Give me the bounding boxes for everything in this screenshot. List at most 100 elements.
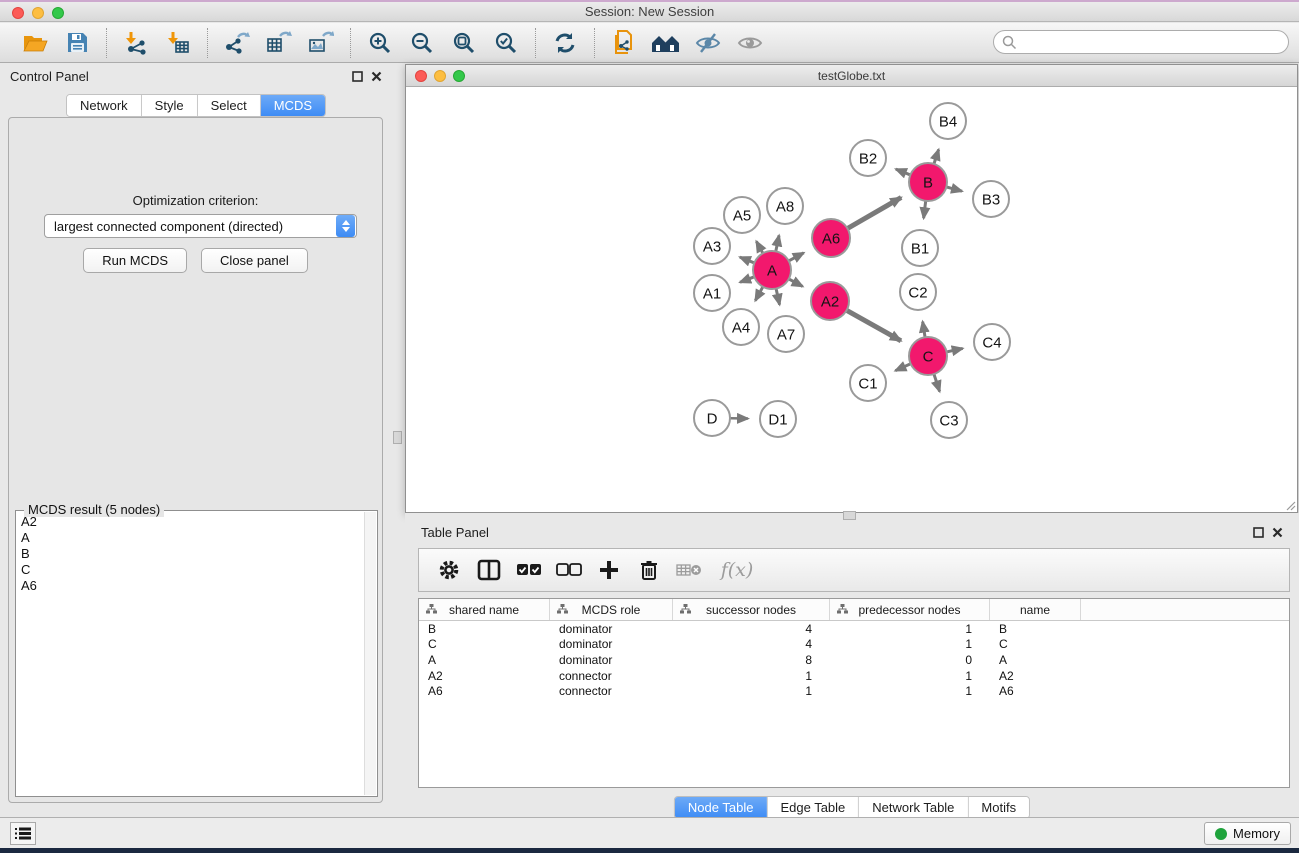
open-file-icon[interactable] [18,27,52,59]
column-header-name[interactable]: name [990,599,1081,620]
graph-node-B2[interactable]: B2 [850,140,886,176]
edge-A2-C[interactable] [847,310,901,341]
search-input[interactable] [1022,32,1288,52]
refresh-layout-icon[interactable] [548,27,582,59]
column-header-successor-nodes[interactable]: successor nodes [673,599,830,620]
result-item[interactable]: A [17,530,365,546]
tab-network[interactable]: Network [67,95,142,116]
graph-node-B4[interactable]: B4 [930,103,966,139]
close-panel-icon[interactable] [371,71,382,82]
run-mcds-button[interactable]: Run MCDS [83,248,187,273]
edge-A-A4[interactable] [755,287,763,301]
graph-node-A2[interactable]: A2 [811,282,849,320]
table-cell[interactable]: dominator [550,637,673,651]
graph-node-A8[interactable]: A8 [767,188,803,224]
table-cell[interactable]: 1 [673,669,830,683]
graph-node-C1[interactable]: C1 [850,365,886,401]
network-canvas[interactable]: B4B2BB3A8A5A6A3B1AA1C2A2A4A7C4CC1C3DD1 [407,88,1296,512]
table-row[interactable]: Cdominator41C [419,637,1289,653]
graph-node-A5[interactable]: A5 [724,197,760,233]
table-cell[interactable]: B [990,622,1081,636]
close-panel-icon[interactable] [1272,527,1283,538]
table-row[interactable]: A2connector11A2 [419,668,1289,684]
table-cell[interactable]: dominator [550,622,673,636]
task-history-button[interactable] [10,822,36,845]
edge-B-B3[interactable] [946,187,962,191]
zoom-fit-icon[interactable] [447,27,481,59]
import-table-icon[interactable] [161,27,195,59]
graph-node-A6[interactable]: A6 [812,219,850,257]
panel-divider-vertical[interactable] [392,63,405,817]
select-all-checks-icon[interactable] [511,553,547,587]
table-cell[interactable]: connector [550,669,673,683]
navigator-home-icon[interactable] [649,27,683,59]
export-network-icon[interactable] [220,27,254,59]
table-cell[interactable]: 4 [673,637,830,651]
result-item[interactable]: A2 [17,514,365,530]
graph-node-A[interactable]: A [753,251,791,289]
table-row[interactable]: Bdominator41B [419,621,1289,637]
show-eye-icon[interactable] [733,27,767,59]
graph-node-C4[interactable]: C4 [974,324,1010,360]
edge-C-C4[interactable] [947,348,963,352]
table-cell[interactable]: A2 [419,669,550,683]
table-cell[interactable]: 1 [830,622,990,636]
deselect-all-checks-icon[interactable] [551,553,587,587]
panel-divider-horizontal[interactable] [405,513,1299,520]
table-cell[interactable]: 1 [830,669,990,683]
edge-C-C2[interactable] [923,322,925,338]
graph-node-A7[interactable]: A7 [768,316,804,352]
graph-node-B1[interactable]: B1 [902,230,938,266]
hide-eye-icon[interactable] [691,27,725,59]
tab-node-table[interactable]: Node Table [675,797,768,818]
zoom-in-icon[interactable] [363,27,397,59]
table-cell[interactable]: 1 [830,684,990,698]
edge-A-A5[interactable] [756,241,763,253]
column-header-shared-name[interactable]: shared name [419,599,550,620]
table-settings-icon[interactable] [431,553,467,587]
result-item[interactable]: A6 [17,578,365,594]
add-row-icon[interactable] [591,553,627,587]
tab-edge-table[interactable]: Edge Table [767,797,859,818]
float-panel-icon[interactable] [1253,527,1264,538]
divider-grip-icon[interactable] [843,511,856,520]
graph-node-A1[interactable]: A1 [694,275,730,311]
table-cell[interactable]: 1 [673,684,830,698]
column-header-mcds-role[interactable]: MCDS role [550,599,673,620]
edge-A-A1[interactable] [740,277,754,282]
edge-C-C3[interactable] [934,374,940,391]
memory-button[interactable]: Memory [1204,822,1291,845]
zoom-out-icon[interactable] [405,27,439,59]
network-minimize-icon[interactable] [434,70,446,82]
edge-B-B4[interactable] [934,150,939,164]
column-header-predecessor-nodes[interactable]: predecessor nodes [830,599,990,620]
tab-mcds[interactable]: MCDS [261,95,325,116]
graph-node-D[interactable]: D [694,400,730,436]
criterion-dropdown[interactable]: largest connected component (directed) [44,214,357,238]
graph-node-C[interactable]: C [909,337,947,375]
table-cell[interactable]: A6 [419,684,550,698]
tab-motifs[interactable]: Motifs [968,797,1029,818]
table-cell[interactable]: C [990,637,1081,651]
table-cell[interactable]: 0 [830,653,990,667]
network-graph[interactable]: B4B2BB3A8A5A6A3B1AA1C2A2A4A7C4CC1C3DD1 [407,88,1296,512]
maximize-window-icon[interactable] [52,7,64,19]
result-item[interactable]: B [17,546,365,562]
edge-A-A7[interactable] [776,289,780,305]
table-cell[interactable]: C [419,637,550,651]
table-cell[interactable]: A [419,653,550,667]
graph-node-D1[interactable]: D1 [760,401,796,437]
close-window-icon[interactable] [12,7,24,19]
table-cell[interactable]: connector [550,684,673,698]
import-network-icon[interactable] [119,27,153,59]
table-cell[interactable]: 8 [673,653,830,667]
close-panel-button[interactable]: Close panel [201,248,308,273]
edge-C-C1[interactable] [895,364,910,371]
clone-network-icon[interactable] [607,27,641,59]
window-resize-grip[interactable] [1285,500,1296,511]
table-cell[interactable]: dominator [550,653,673,667]
zoom-selected-icon[interactable] [489,27,523,59]
graph-node-A4[interactable]: A4 [723,309,759,345]
table-cell[interactable]: B [419,622,550,636]
network-maximize-icon[interactable] [453,70,465,82]
